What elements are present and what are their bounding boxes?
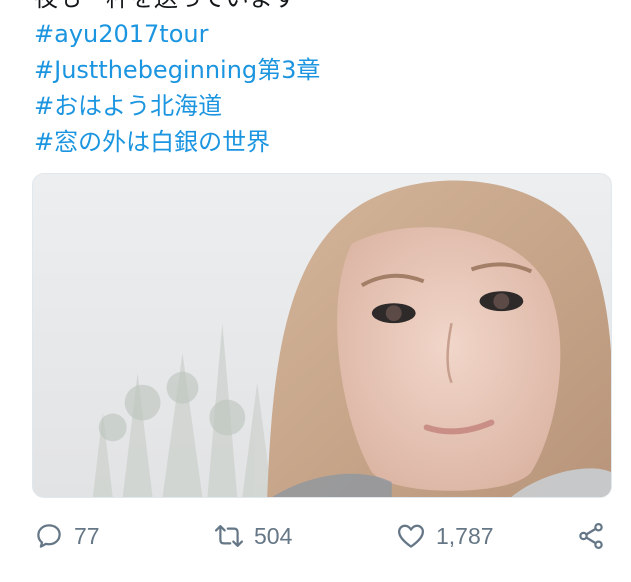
share-button[interactable] xyxy=(574,514,608,558)
hashtag-link[interactable]: #ayu2017tour xyxy=(34,16,614,52)
heart-icon xyxy=(394,519,428,553)
photo-image xyxy=(33,174,611,497)
hashtag-link[interactable]: #窓の外は白銀の世界 xyxy=(34,124,614,160)
retweet-count: 504 xyxy=(254,522,293,549)
retweet-icon xyxy=(212,519,246,553)
tweet-partial-line: 夜も一杯を送っています xyxy=(34,0,614,16)
hashtag-link[interactable]: #Justthebeginning第3章 xyxy=(34,52,614,88)
share-icon xyxy=(574,519,608,553)
reply-button[interactable]: 77 xyxy=(32,514,100,558)
hashtag-link[interactable]: #おはよう北海道 xyxy=(34,88,614,124)
reply-count: 77 xyxy=(74,522,100,549)
tweet-text: 夜も一杯を送っています #ayu2017tour #Justthebeginni… xyxy=(34,0,614,160)
like-count: 1,787 xyxy=(436,522,494,549)
reply-icon xyxy=(32,519,66,553)
like-button[interactable]: 1,787 xyxy=(394,514,494,558)
tweet-photo[interactable] xyxy=(32,173,612,498)
retweet-button[interactable]: 504 xyxy=(212,514,292,558)
tweet: 夜も一杯を送っています #ayu2017tour #Justthebeginni… xyxy=(0,0,631,582)
tweet-actions: 77 504 1,787 xyxy=(32,514,612,558)
